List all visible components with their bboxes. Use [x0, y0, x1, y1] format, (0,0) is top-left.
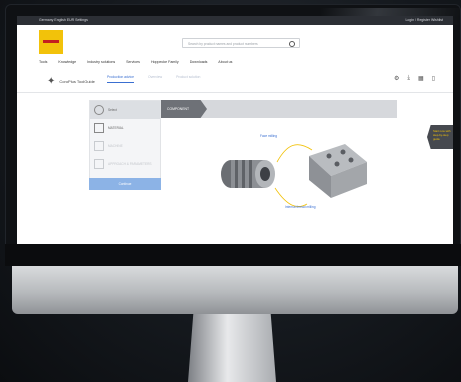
- login-wishlist-links[interactable]: Login / Register Wishlist: [405, 16, 443, 25]
- locale-settings-link[interactable]: Germany English EUR Settings: [39, 16, 88, 25]
- divider: [17, 92, 453, 93]
- threaded-part-icon[interactable]: [221, 160, 275, 188]
- grid-icon[interactable]: ▦: [418, 75, 424, 82]
- monitor-bottom-bezel: [5, 244, 461, 266]
- connector-line-bottom: [274, 187, 308, 207]
- component-illustration: [221, 144, 367, 207]
- face-milling-label[interactable]: Face milling: [260, 134, 277, 138]
- logo-stripe: [43, 40, 59, 43]
- nav-item-family[interactable]: Hoppecke Family: [151, 60, 179, 64]
- main-nav: Tools Knowledge Industry solutions Servi…: [39, 60, 242, 64]
- brand-logo[interactable]: [39, 30, 63, 54]
- step-row-material[interactable]: MATERIAL: [90, 119, 160, 137]
- product-tabs: Production advice Overview Product solut…: [107, 75, 214, 83]
- step-row-select[interactable]: Select: [90, 101, 160, 119]
- continue-button[interactable]: Continue: [89, 178, 161, 190]
- step-component[interactable]: COMPONENT: [161, 100, 207, 118]
- nav-item-services[interactable]: Services: [126, 60, 140, 64]
- nav-item-industry-solutions[interactable]: Industry solutions: [87, 60, 115, 64]
- search-input[interactable]: Search by product names and product numb…: [182, 38, 300, 48]
- material-icon: [94, 123, 104, 133]
- nav-item-tools[interactable]: Tools: [39, 60, 47, 64]
- monitor-chin: [12, 266, 458, 314]
- search-icon[interactable]: [289, 41, 295, 47]
- machine-icon: [94, 141, 104, 151]
- product-header: ✦ CoroPlus ToolGuide: [47, 76, 95, 87]
- start-guide-tab[interactable]: Start now with step-by-step guide: [427, 125, 453, 149]
- thread-milling-label[interactable]: Internal thread milling: [285, 205, 315, 209]
- connector-line-top: [276, 144, 313, 163]
- step-label: Select: [108, 108, 117, 112]
- select-icon: [94, 105, 104, 115]
- download-icon[interactable]: ⤓: [407, 75, 410, 82]
- nav-item-knowledge[interactable]: Knowledge: [58, 60, 76, 64]
- settings-icon[interactable]: ⚙: [394, 75, 399, 82]
- tab-production-advice[interactable]: Production advice: [107, 75, 134, 83]
- step-label: APPROACH & PARAMETERS: [108, 162, 152, 166]
- workpiece-block-icon[interactable]: [309, 144, 367, 198]
- device-icon[interactable]: ▯: [432, 75, 435, 82]
- tab-product-solution[interactable]: Product solution: [176, 75, 200, 83]
- monitor: Germany English EUR Settings Login / Reg…: [5, 4, 461, 266]
- nav-item-about[interactable]: About us: [218, 60, 232, 64]
- steps-panel: Select MATERIAL MACHINE APPROACH & PARAM…: [89, 100, 161, 190]
- top-utility-bar: Germany English EUR Settings Login / Reg…: [17, 16, 453, 25]
- search-placeholder: Search by product names and product numb…: [188, 42, 258, 46]
- nav-item-downloads[interactable]: Downloads: [190, 60, 208, 64]
- step-row-machine[interactable]: MACHINE: [90, 137, 160, 155]
- toolbar-icons: ⚙ ⤓ ▦ ▯: [394, 75, 435, 82]
- parameters-icon: [94, 159, 104, 169]
- product-star-icon: ✦: [47, 76, 56, 87]
- product-title[interactable]: CoroPlus ToolGuide: [59, 79, 95, 84]
- step-label: MATERIAL: [108, 126, 124, 130]
- step-row-parameters[interactable]: APPROACH & PARAMETERS: [90, 155, 160, 173]
- tab-overview[interactable]: Overview: [148, 75, 162, 83]
- screen: Germany English EUR Settings Login / Reg…: [17, 16, 453, 248]
- step-label: MACHINE: [108, 144, 123, 148]
- monitor-stand: [188, 314, 276, 382]
